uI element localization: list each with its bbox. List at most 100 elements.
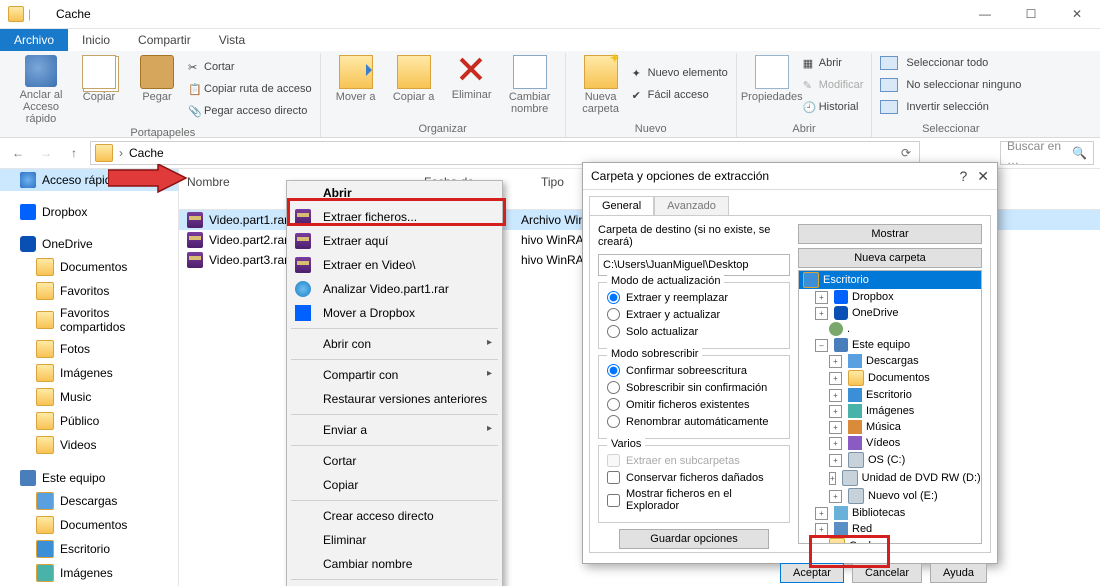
- dlg-tab-advanced[interactable]: Avanzado: [654, 196, 729, 215]
- tree-item[interactable]: Documentos: [0, 513, 178, 537]
- check-extract-subfolders[interactable]: Extraer en subcarpetas: [607, 452, 781, 469]
- check-keep-broken[interactable]: Conservar ficheros dañados: [607, 469, 781, 486]
- newfolder-button[interactable]: Nueva carpeta: [574, 53, 628, 115]
- ctx-extract-to[interactable]: Extraer en Video\: [287, 253, 502, 277]
- tb-item[interactable]: +Dropbox: [799, 289, 981, 305]
- tab-vista[interactable]: Vista: [205, 29, 259, 51]
- ctx-delete[interactable]: Eliminar: [287, 528, 502, 552]
- help-button[interactable]: ?: [959, 168, 967, 185]
- search-box[interactable]: Buscar en … 🔍: [1000, 141, 1094, 165]
- tb-item[interactable]: .: [799, 321, 981, 337]
- tree-item[interactable]: Music: [0, 385, 178, 409]
- dlg-tab-general[interactable]: General: [589, 196, 654, 215]
- paste-button[interactable]: Pegar: [130, 53, 184, 125]
- pasteshort-button[interactable]: 📎Pegar acceso directo: [188, 101, 312, 121]
- dest-input[interactable]: [598, 254, 790, 276]
- maximize-button[interactable]: ☐: [1008, 0, 1054, 28]
- ok-button[interactable]: Aceptar: [780, 563, 844, 583]
- save-options-button[interactable]: Guardar opciones: [619, 529, 769, 549]
- tb-thispc[interactable]: –Este equipo: [799, 337, 981, 353]
- cancel-button[interactable]: Cancelar: [852, 563, 922, 583]
- ctx-restore[interactable]: Restaurar versiones anteriores: [287, 387, 502, 411]
- tree-item[interactable]: Imágenes: [0, 561, 178, 585]
- help-button[interactable]: Ayuda: [930, 563, 987, 583]
- open-button[interactable]: ▦Abrir: [803, 53, 864, 73]
- ctx-dropbox[interactable]: Mover a Dropbox: [287, 301, 502, 325]
- tree-item[interactable]: Escritorio: [0, 537, 178, 561]
- up-button[interactable]: ↑: [62, 141, 86, 165]
- copyto-button[interactable]: Copiar a: [387, 53, 441, 115]
- tab-archivo[interactable]: Archivo: [0, 29, 68, 51]
- tb-item[interactable]: +Nuevo vol (E:): [799, 487, 981, 505]
- tb-item[interactable]: +Bibliotecas: [799, 505, 981, 521]
- tb-item[interactable]: +Imágenes: [799, 403, 981, 419]
- newitem-button[interactable]: ✦Nuevo elemento: [632, 63, 728, 83]
- properties-button[interactable]: Propiedades: [745, 53, 799, 117]
- ctx-copy[interactable]: Copiar: [287, 473, 502, 497]
- radio-only-update[interactable]: Solo actualizar: [607, 323, 781, 340]
- show-button[interactable]: Mostrar: [798, 224, 982, 244]
- rename-button[interactable]: Cambiar nombre: [503, 53, 557, 115]
- tb-desktop[interactable]: Escritorio: [799, 271, 981, 289]
- copypath-button[interactable]: 📋Copiar ruta de acceso: [188, 79, 312, 99]
- ctx-open[interactable]: Abrir: [287, 181, 502, 205]
- close-button[interactable]: ✕: [1054, 0, 1100, 28]
- minimize-button[interactable]: —: [962, 0, 1008, 28]
- tb-item[interactable]: +Música: [799, 419, 981, 435]
- dialog-close-button[interactable]: ✕: [977, 168, 989, 185]
- selectall-button[interactable]: Seleccionar todo: [880, 53, 1021, 73]
- tree-item[interactable]: Favoritos compartidos: [0, 303, 178, 337]
- copy-button[interactable]: Copiar: [72, 53, 126, 125]
- edit-button[interactable]: ✎Modificar: [803, 75, 864, 95]
- tree-onedrive[interactable]: OneDrive: [0, 233, 178, 255]
- tree-item[interactable]: Documentos: [0, 255, 178, 279]
- ctx-rename[interactable]: Cambiar nombre: [287, 552, 502, 576]
- easyaccess-button[interactable]: ✔Fácil acceso: [632, 85, 728, 105]
- ctx-extract-here[interactable]: Extraer aquí: [287, 229, 502, 253]
- ctx-sharewith[interactable]: Compartir con: [287, 363, 502, 387]
- pin-button[interactable]: Anclar al Acceso rápido: [14, 53, 68, 125]
- tree-thispc[interactable]: Este equipo: [0, 467, 178, 489]
- cut-button[interactable]: ✂Cortar: [188, 57, 312, 77]
- ctx-analyze[interactable]: Analizar Video.part1.rar: [287, 277, 502, 301]
- radio-extract-update[interactable]: Extraer y actualizar: [607, 306, 781, 323]
- tb-item[interactable]: +Red: [799, 521, 981, 537]
- radio-overwrite-noask[interactable]: Sobrescribir sin confirmación: [607, 379, 781, 396]
- tree-item[interactable]: Descargas: [0, 489, 178, 513]
- newfolder-button[interactable]: Nueva carpeta: [798, 248, 982, 268]
- nav-tree[interactable]: Acceso rápido Dropbox OneDrive Documento…: [0, 169, 179, 586]
- tree-dropbox[interactable]: Dropbox: [0, 201, 178, 223]
- moveto-button[interactable]: Mover a: [329, 53, 383, 115]
- tab-compartir[interactable]: Compartir: [124, 29, 205, 51]
- selectinvert-button[interactable]: Invertir selección: [880, 97, 1021, 117]
- history-button[interactable]: 🕘Historial: [803, 97, 864, 117]
- check-show-explorer[interactable]: Mostrar ficheros en el Explorador: [607, 486, 781, 514]
- ctx-extract-files[interactable]: Extraer ficheros...: [287, 205, 502, 229]
- tree-item[interactable]: Videos: [0, 433, 178, 457]
- folder-tree[interactable]: Escritorio +Dropbox +OneDrive . –Este eq…: [798, 270, 982, 544]
- tb-item[interactable]: +Vídeos: [799, 435, 981, 451]
- tb-item[interactable]: +Unidad de DVD RW (D:) e_polish.e: [799, 469, 981, 487]
- ctx-shortcut[interactable]: Crear acceso directo: [287, 504, 502, 528]
- tree-item[interactable]: Fotos: [0, 337, 178, 361]
- tab-inicio[interactable]: Inicio: [68, 29, 124, 51]
- selectnone-button[interactable]: No seleccionar ninguno: [880, 75, 1021, 95]
- delete-button[interactable]: Eliminar: [445, 53, 499, 115]
- tb-item[interactable]: +Escritorio: [799, 387, 981, 403]
- back-button[interactable]: ←: [6, 141, 30, 165]
- ctx-openwith[interactable]: Abrir con: [287, 332, 502, 356]
- ctx-cut[interactable]: Cortar: [287, 449, 502, 473]
- tree-item[interactable]: Imágenes: [0, 361, 178, 385]
- radio-skip-existing[interactable]: Omitir ficheros existentes: [607, 396, 781, 413]
- forward-button[interactable]: →: [34, 141, 58, 165]
- tree-item[interactable]: Favoritos: [0, 279, 178, 303]
- radio-confirm-overwrite[interactable]: Confirmar sobreescritura: [607, 362, 781, 379]
- tb-item[interactable]: +Descargas: [799, 353, 981, 369]
- radio-extract-replace[interactable]: Extraer y reemplazar: [607, 289, 781, 306]
- tb-item[interactable]: +OS (C:): [799, 451, 981, 469]
- radio-rename-auto[interactable]: Renombrar automáticamente: [607, 413, 781, 430]
- tb-item[interactable]: Cache: [799, 537, 981, 544]
- tb-item[interactable]: +OneDrive: [799, 305, 981, 321]
- tb-item[interactable]: +Documentos: [799, 369, 981, 387]
- ctx-sendto[interactable]: Enviar a: [287, 418, 502, 442]
